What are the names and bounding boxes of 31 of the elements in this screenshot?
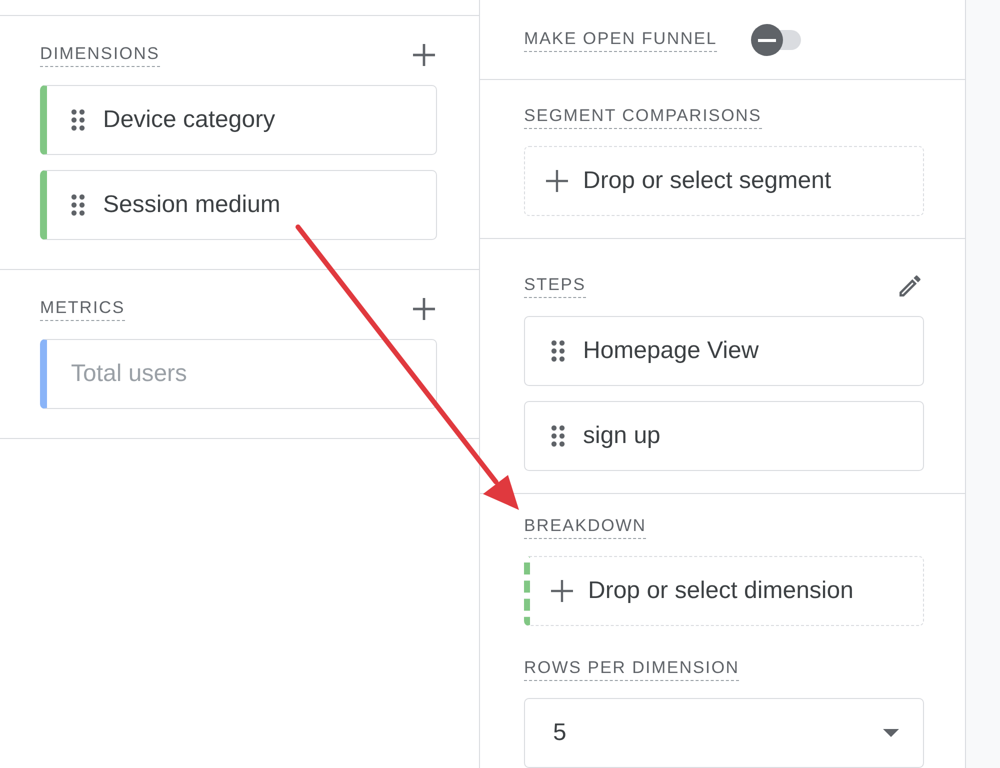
drag-handle-icon[interactable] (71, 109, 85, 131)
step-chip[interactable]: sign up (524, 401, 924, 471)
drag-handle-icon[interactable] (551, 425, 565, 447)
section-label: METRICS (40, 298, 125, 320)
section-label: ROWS PER DIMENSION (524, 658, 740, 680)
step-chip[interactable]: Homepage View (524, 316, 924, 386)
chip-label: Device category (103, 106, 276, 134)
chip[interactable]: Device category (40, 85, 437, 155)
drag-handle-icon[interactable] (551, 340, 565, 362)
drop-target-label: Drop or select segment (583, 167, 832, 195)
plus-icon[interactable] (411, 296, 437, 322)
chip-label: Homepage View (583, 337, 759, 365)
chip-label: Session medium (103, 191, 280, 219)
section-label: DIMENSIONS (40, 44, 160, 66)
drop-target[interactable]: Drop or select dimension (524, 556, 924, 626)
drop-target[interactable]: Drop or select segment (524, 146, 924, 216)
chip[interactable]: Session medium (40, 170, 437, 240)
plus-icon[interactable] (411, 42, 437, 68)
section-label: BREAKDOWN (524, 516, 646, 538)
plus-icon (545, 169, 569, 193)
section-label: SEGMENT COMPARISONS (524, 106, 762, 128)
drop-target-label: Drop or select dimension (588, 577, 854, 605)
toggle-switch[interactable] (751, 24, 802, 56)
dropdown-caret-icon (883, 729, 899, 737)
chip-label: sign up (583, 422, 660, 450)
rows-select[interactable]: 5 (524, 698, 924, 768)
plus-icon (550, 579, 574, 603)
section-label: STEPS (524, 274, 586, 298)
chip-label: Total users (71, 360, 188, 388)
section-label: MAKE OPEN FUNNEL (524, 28, 718, 52)
drag-handle-icon[interactable] (71, 194, 85, 216)
